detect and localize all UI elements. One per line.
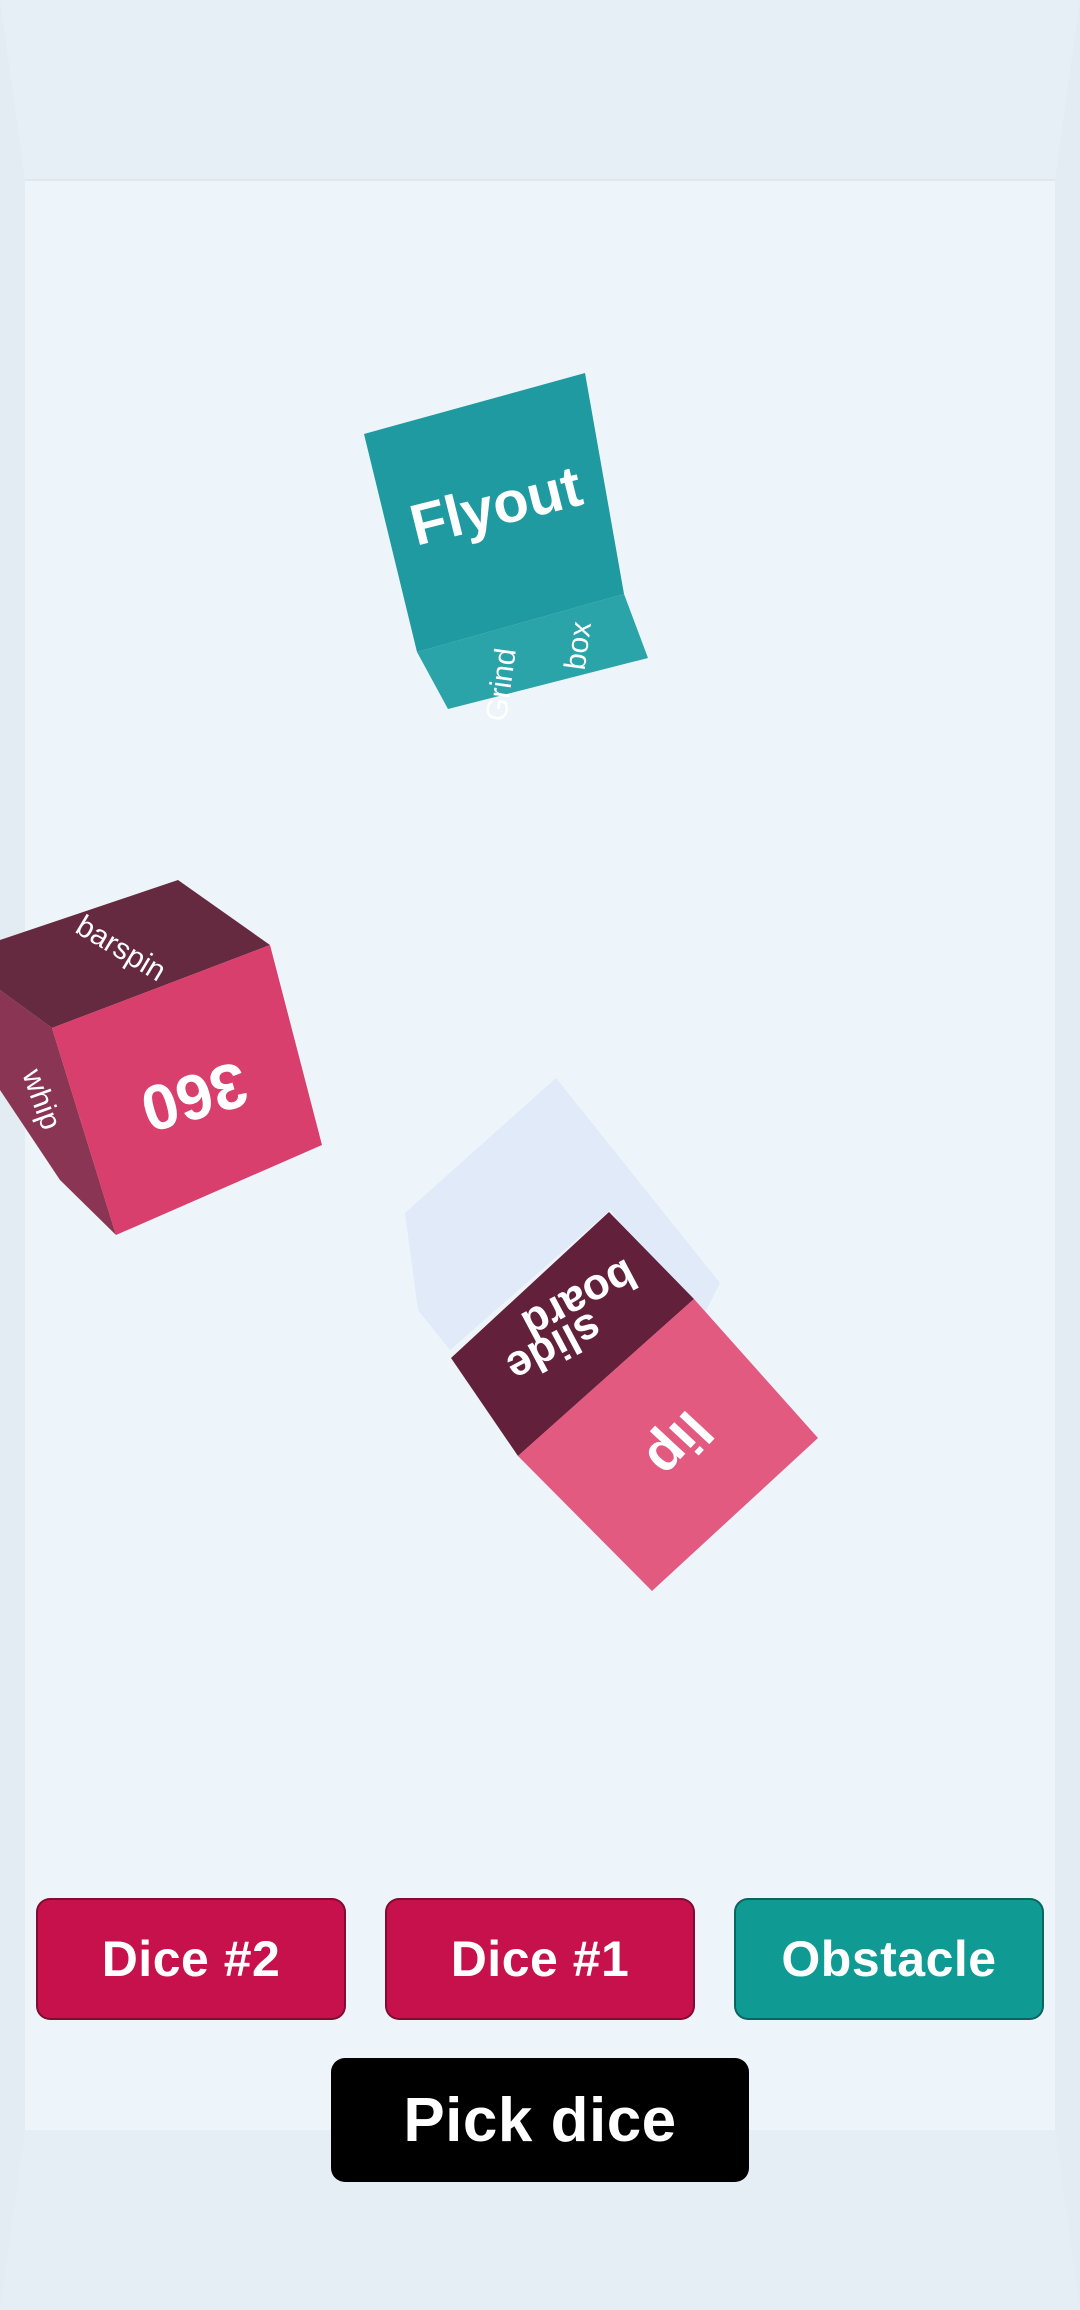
obstacle-button[interactable]: Obstacle: [734, 1898, 1044, 2020]
dice-2-button[interactable]: Dice #2: [36, 1898, 346, 2020]
pick-dice-button[interactable]: Pick dice: [331, 2058, 749, 2182]
dice-1-button[interactable]: Dice #1: [385, 1898, 695, 2020]
obstacle-die-bottom-right-label: box: [559, 620, 598, 672]
dice-selector-row: Dice #2 Dice #1 Obstacle: [36, 1898, 1044, 2020]
